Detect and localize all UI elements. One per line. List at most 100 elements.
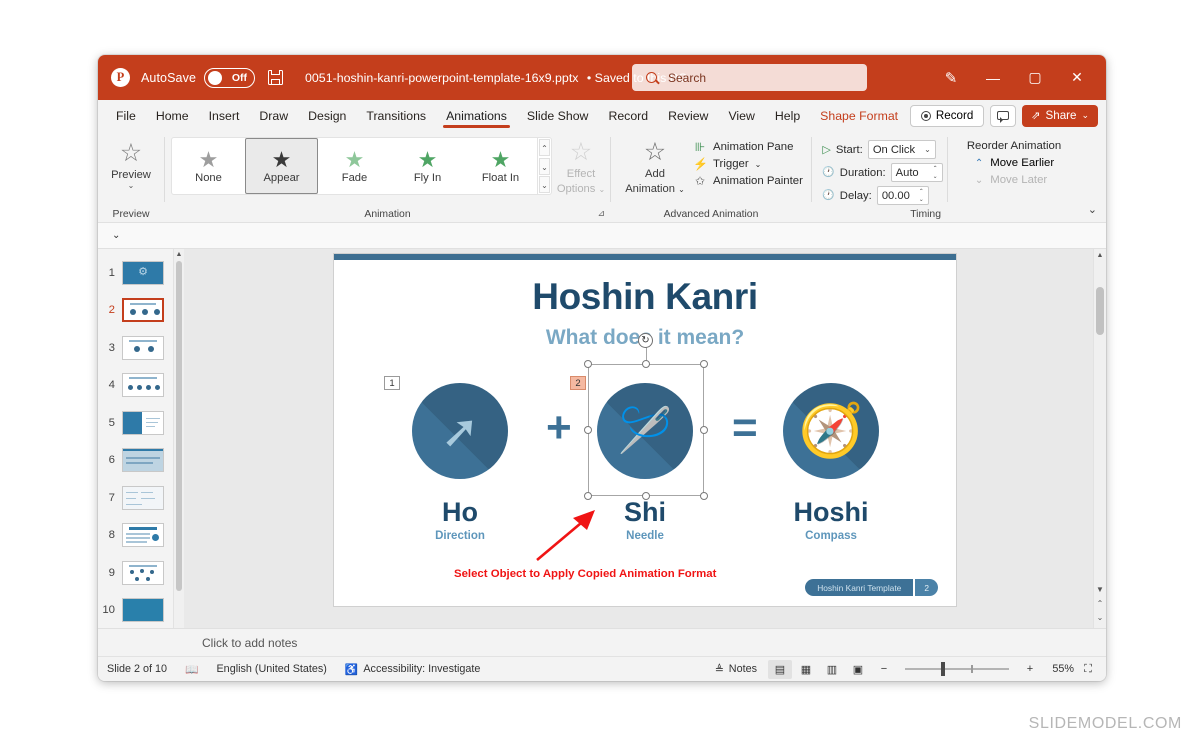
zoom-level[interactable]: 55% — [1044, 663, 1074, 675]
list-item[interactable]: 10 — [98, 593, 184, 629]
slide-editing-area[interactable]: Hoshin Kanri What does it mean? 1 ➚ Ho D… — [184, 249, 1106, 628]
preview-button[interactable]: ☆ Preview ⌄ — [100, 131, 162, 190]
selection-handle-tr[interactable] — [700, 360, 708, 368]
notes-button[interactable]: ≜ Notes — [706, 663, 766, 676]
record-button[interactable]: Record — [910, 105, 984, 127]
slide-title[interactable]: Hoshin Kanri — [334, 276, 956, 318]
reading-view-button[interactable]: ▥ — [820, 660, 844, 679]
tab-insert[interactable]: Insert — [199, 103, 250, 129]
word-shi[interactable]: Shi — [597, 497, 693, 528]
tab-help[interactable]: Help — [765, 103, 810, 129]
normal-view-button[interactable]: ▤ — [768, 660, 792, 679]
animation-painter-button[interactable]: ✩ Animation Painter — [693, 174, 803, 188]
animation-float-in[interactable]: ★ Float In — [464, 138, 537, 194]
animation-none[interactable]: ★ None — [172, 138, 245, 194]
accessibility-status[interactable]: ♿ Accessibility: Investigate — [336, 663, 489, 676]
animation-appear[interactable]: ★ Appear — [245, 138, 318, 194]
compass-icon[interactable]: 🧭 — [783, 383, 879, 479]
notes-pane[interactable]: Click to add notes — [98, 628, 1106, 656]
gallery-chevron-down-icon[interactable]: ⌄ — [112, 230, 120, 241]
selection-handle-bc[interactable] — [642, 492, 650, 500]
tab-draw[interactable]: Draw — [249, 103, 298, 129]
zoom-slider-thumb[interactable] — [941, 662, 945, 676]
slide-show-view-button[interactable]: ▣ — [846, 660, 870, 679]
thumbnail-scrollbar[interactable]: ▲ — [173, 249, 184, 628]
save-icon[interactable] — [268, 70, 283, 85]
zoom-slider[interactable] — [905, 668, 1009, 670]
preview-chevron-down-icon[interactable]: ⌄ — [128, 181, 135, 190]
previous-slide-button[interactable]: ⌃ — [1094, 599, 1106, 608]
list-item[interactable]: 3 — [98, 330, 184, 366]
trigger-button[interactable]: ⚡ Trigger ⌄ — [693, 157, 803, 171]
slide-scroll-thumb[interactable] — [1096, 287, 1104, 335]
slide-thumbnail[interactable] — [122, 598, 164, 622]
rotation-handle[interactable]: ↻ — [638, 333, 653, 348]
ink-pen-icon[interactable]: ✎ — [930, 61, 972, 95]
word-ho[interactable]: Ho — [412, 497, 508, 528]
duration-spinner-icon[interactable]: ⌃⌄ — [928, 165, 938, 181]
meaning-compass[interactable]: Compass — [774, 530, 888, 542]
minimize-button[interactable]: — — [972, 61, 1014, 95]
gallery-scroll-controls[interactable]: ⌃ ⌄ ⌄ — [537, 138, 551, 194]
selection-handle-tl[interactable] — [584, 360, 592, 368]
comments-button[interactable] — [990, 105, 1016, 127]
thumbnail-scroll-thumb[interactable] — [176, 261, 182, 591]
list-item[interactable]: 9 — [98, 555, 184, 591]
slide-scroll-up-icon[interactable]: ▲ — [1094, 249, 1106, 262]
animation-pane-button[interactable]: ⊪ Animation Pane — [693, 140, 803, 154]
slide-counter[interactable]: Slide 2 of 10 — [98, 663, 176, 675]
search-input[interactable]: Search — [632, 64, 867, 91]
meaning-needle[interactable]: Needle — [597, 530, 693, 542]
close-button[interactable]: ✕ — [1056, 61, 1098, 95]
selection-handle-tc[interactable] — [642, 360, 650, 368]
gallery-more-icon[interactable]: ⌄ — [539, 176, 550, 193]
share-button[interactable]: ⇗ Share ⌄ — [1022, 105, 1098, 127]
thumbnail-scroll-up-icon[interactable]: ▲ — [174, 249, 184, 260]
delay-spinner-icon[interactable]: ⌃⌄ — [914, 188, 924, 204]
share-chevron-down-icon[interactable]: ⌄ — [1081, 110, 1089, 121]
ribbon-collapse-icon[interactable]: ⌄ — [1088, 203, 1097, 216]
selection-handle-br[interactable] — [700, 492, 708, 500]
slide-thumbnail[interactable] — [122, 373, 164, 397]
selection-bounding-box[interactable] — [588, 364, 704, 496]
tab-file[interactable]: File — [106, 103, 146, 129]
slide-thumbnail[interactable] — [122, 486, 164, 510]
maximize-button[interactable]: ▢ — [1014, 61, 1056, 95]
animation-fade[interactable]: ★ Fade — [318, 138, 391, 194]
selection-handle-ml[interactable] — [584, 426, 592, 434]
autosave-toggle[interactable]: Off — [204, 68, 255, 88]
language-indicator[interactable]: English (United States) — [207, 663, 335, 675]
slide-thumbnail[interactable] — [122, 561, 164, 585]
add-animation-button[interactable]: ☆ Add Animation ⌄ — [617, 131, 693, 196]
gallery-scroll-up-icon[interactable]: ⌃ — [539, 139, 550, 156]
slide-sorter-view-button[interactable]: ▦ — [794, 660, 818, 679]
next-slide-button[interactable]: ⌄ — [1094, 613, 1106, 622]
tab-review[interactable]: Review — [658, 103, 718, 129]
animation-fly-in[interactable]: ★ Fly In — [391, 138, 464, 194]
slide-thumbnail-panel[interactable]: 1 ⚙ 2 3 — [98, 249, 184, 628]
slide-thumbnail[interactable] — [122, 411, 164, 435]
slide-thumbnail[interactable] — [122, 298, 164, 322]
zoom-in-button[interactable]: + — [1018, 660, 1042, 679]
tab-slide-show[interactable]: Slide Show — [517, 103, 599, 129]
list-item[interactable]: 6 — [98, 443, 184, 479]
duration-stepper[interactable]: Auto ⌃⌄ — [891, 163, 943, 182]
zoom-out-button[interactable]: − — [872, 660, 896, 679]
tab-record[interactable]: Record — [598, 103, 658, 129]
start-chevron-down-icon[interactable]: ⌄ — [918, 145, 931, 154]
slide-thumbnail[interactable] — [122, 448, 164, 472]
list-item[interactable]: 5 — [98, 405, 184, 441]
start-dropdown[interactable]: On Click ⌄ — [868, 140, 936, 159]
delay-stepper[interactable]: 00.00 ⌃⌄ — [877, 186, 929, 205]
meaning-direction[interactable]: Direction — [412, 530, 508, 542]
list-item[interactable]: 2 — [98, 293, 184, 329]
gallery-scroll-down-icon[interactable]: ⌄ — [539, 158, 550, 175]
tab-animations[interactable]: Animations — [436, 103, 517, 129]
arrow-up-right-icon[interactable]: ➚ — [412, 383, 508, 479]
slide-thumbnail[interactable] — [122, 523, 164, 547]
animation-dialog-launcher-icon[interactable]: ⊿ — [597, 208, 605, 219]
selection-handle-bl[interactable] — [584, 492, 592, 500]
slide-scroll-down-icon[interactable]: ▼ — [1094, 585, 1106, 594]
animation-gallery[interactable]: ★ None ★ Appear ★ Fade ★ — [171, 137, 552, 195]
list-item[interactable]: 8 — [98, 518, 184, 554]
